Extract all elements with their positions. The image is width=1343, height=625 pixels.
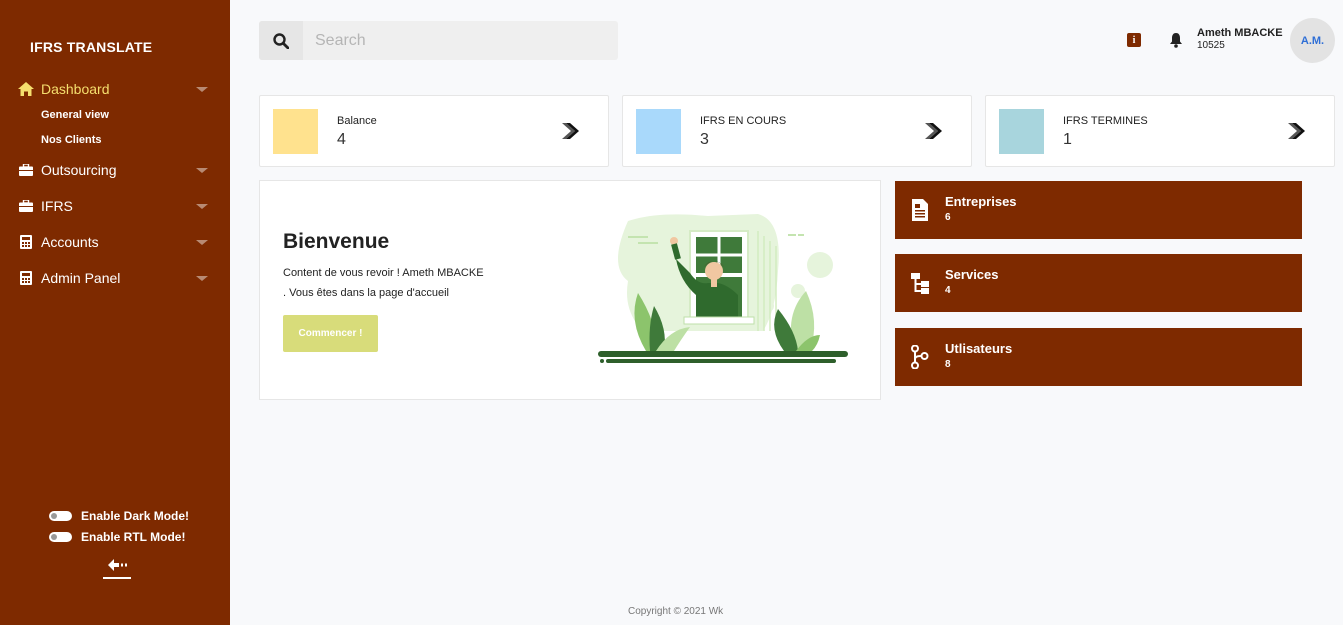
search-icon [273, 32, 289, 49]
toggle-switch-icon[interactable] [49, 510, 72, 521]
sidebar-item-label: Dashboard [41, 81, 110, 97]
bell-icon [1170, 33, 1182, 48]
toggle-switch-icon[interactable] [49, 531, 72, 542]
chevron-down-icon [196, 240, 208, 245]
briefcase-icon [18, 162, 34, 178]
user-name: Ameth MBACKE [1197, 27, 1283, 39]
stat-label: Balance [337, 115, 377, 127]
info-icon: i [1132, 34, 1136, 46]
tile-label: Utlisateurs [945, 341, 1013, 356]
welcome-panel: Bienvenue Content de vous revoir ! Ameth… [259, 180, 881, 400]
sidebar-item-accounts[interactable]: Accounts [0, 229, 230, 255]
search-input[interactable] [303, 31, 603, 50]
stat-label: IFRS EN COURS [700, 115, 787, 127]
sidebar-item-outsourcing[interactable]: Outsourcing [0, 157, 230, 183]
tile-services[interactable]: Services 4 [895, 254, 1302, 312]
welcome-title: Bienvenue [283, 230, 390, 253]
info-button[interactable]: i [1127, 33, 1141, 47]
dark-mode-label: Enable Dark Mode! [81, 508, 190, 523]
sitemap-icon [911, 273, 929, 294]
tile-entreprises[interactable]: Entreprises 6 [895, 181, 1302, 239]
tile-count: 6 [945, 212, 951, 223]
chevron-down-icon [196, 204, 208, 209]
stat-value: 4 [337, 131, 346, 148]
chevron-down-icon [196, 276, 208, 281]
calculator-icon [18, 234, 34, 250]
sidebar-item-admin-panel[interactable]: Admin Panel [0, 265, 230, 291]
document-icon [912, 199, 928, 221]
stat-value: 1 [1063, 131, 1072, 148]
tile-label: Services [945, 267, 999, 282]
footer-copyright: Copyright © 2021 Wk [628, 606, 724, 617]
avatar[interactable]: A.M. [1290, 18, 1335, 63]
user-id: 10525 [1197, 40, 1225, 51]
welcome-message-line-1: Content de vous revoir ! Ameth MBACKE [283, 267, 484, 279]
stat-swatch [999, 109, 1044, 154]
stat-label: IFRS TERMINES [1063, 115, 1148, 127]
mode-toggles: Enable Dark Mode! Enable RTL Mode! [49, 505, 189, 547]
briefcase-icon [18, 198, 34, 214]
sidebar-item-label: Accounts [41, 234, 99, 250]
rtl-mode-label: Enable RTL Mode! [81, 529, 186, 544]
chevron-right-icon[interactable] [1286, 121, 1306, 141]
sidebar-item-ifrs[interactable]: IFRS [0, 193, 230, 219]
sidebar-item-label: Outsourcing [41, 162, 117, 178]
start-button[interactable]: Commencer ! [283, 315, 378, 352]
search-button[interactable] [259, 21, 303, 60]
branch-icon [911, 345, 929, 369]
sidebar-item-label: Admin Panel [41, 270, 121, 286]
stat-card-ifrs-en-cours: IFRS EN COURS 3 [622, 95, 972, 167]
sidebar-subitem-nos-clients[interactable]: Nos Clients [0, 127, 230, 152]
sidebar-subitem-general-view[interactable]: General view [0, 102, 230, 127]
tile-count: 4 [945, 285, 951, 296]
sidebar-item-label: IFRS [41, 198, 73, 214]
search-bar [259, 21, 618, 60]
stat-swatch [636, 109, 681, 154]
avatar-initials: A.M. [1300, 34, 1325, 47]
stat-card-ifrs-termines: IFRS TERMINES 1 [985, 95, 1335, 167]
notifications-button[interactable] [1169, 32, 1183, 48]
tile-utilisateurs[interactable]: Utlisateurs 8 [895, 328, 1302, 386]
welcome-illustration [598, 214, 848, 363]
welcome-message-line-2: . Vous êtes dans la page d'accueil [283, 287, 449, 299]
chevron-right-icon[interactable] [923, 121, 943, 141]
dark-mode-toggle[interactable]: Enable Dark Mode! [49, 505, 189, 526]
stat-card-balance: Balance 4 [259, 95, 609, 167]
calculator-icon [18, 270, 34, 286]
sidebar-nav: Dashboard General view Nos Clients Outso… [0, 76, 230, 291]
brand-title: IFRS TRANSLATE [30, 39, 153, 55]
stat-swatch [273, 109, 318, 154]
home-icon [18, 81, 34, 97]
tile-count: 8 [945, 359, 951, 370]
tile-label: Entreprises [945, 194, 1017, 209]
sidebar: IFRS TRANSLATE Dashboard General view No… [0, 0, 230, 625]
chevron-right-icon[interactable] [560, 121, 580, 141]
collapse-underline [103, 577, 131, 579]
rtl-mode-toggle[interactable]: Enable RTL Mode! [49, 526, 189, 547]
stat-value: 3 [700, 131, 709, 148]
arrow-left-icon [108, 559, 127, 571]
collapse-sidebar-button[interactable] [103, 557, 131, 579]
sidebar-item-dashboard[interactable]: Dashboard [0, 76, 230, 102]
chevron-down-icon [196, 168, 208, 173]
chevron-down-icon [196, 87, 208, 92]
